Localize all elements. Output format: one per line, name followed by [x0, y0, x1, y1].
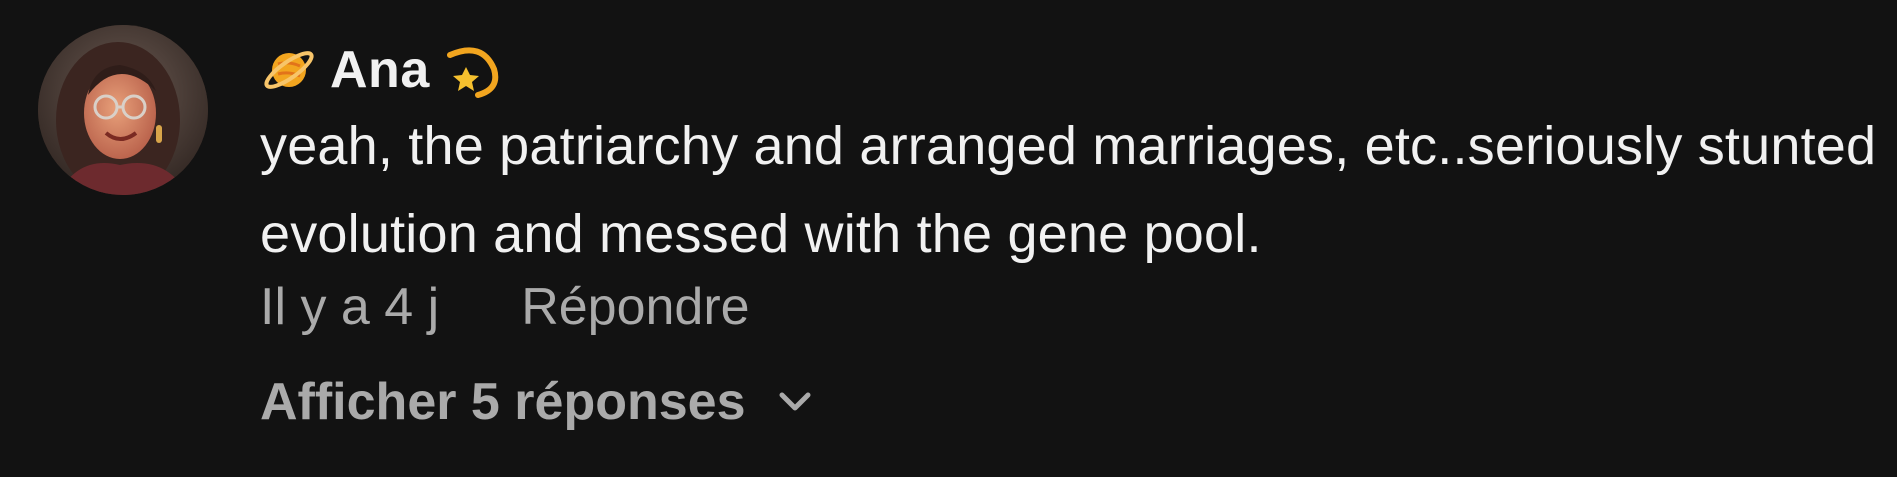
author-row: Ana [260, 30, 1877, 110]
comment-text: yeah, the patriarchy and arranged marria… [260, 116, 1877, 264]
show-replies-button[interactable]: Afficher 5 réponses [260, 372, 1877, 432]
chevron-down-icon [774, 381, 816, 423]
show-replies-label: Afficher 5 réponses [260, 373, 746, 431]
author-name[interactable]: Ana [330, 40, 430, 100]
reply-button[interactable]: Répondre [521, 277, 749, 337]
comment-actions: Il y a 4 j Répondre [260, 272, 1877, 342]
timestamp[interactable]: Il y a 4 j [260, 277, 439, 337]
dizzy-star-icon [442, 41, 500, 99]
avatar-image [38, 25, 208, 195]
comment: Ana yeah, the patriarchy and arranged ma… [260, 30, 1877, 432]
avatar[interactable] [38, 25, 208, 195]
ringed-planet-icon [260, 41, 318, 99]
